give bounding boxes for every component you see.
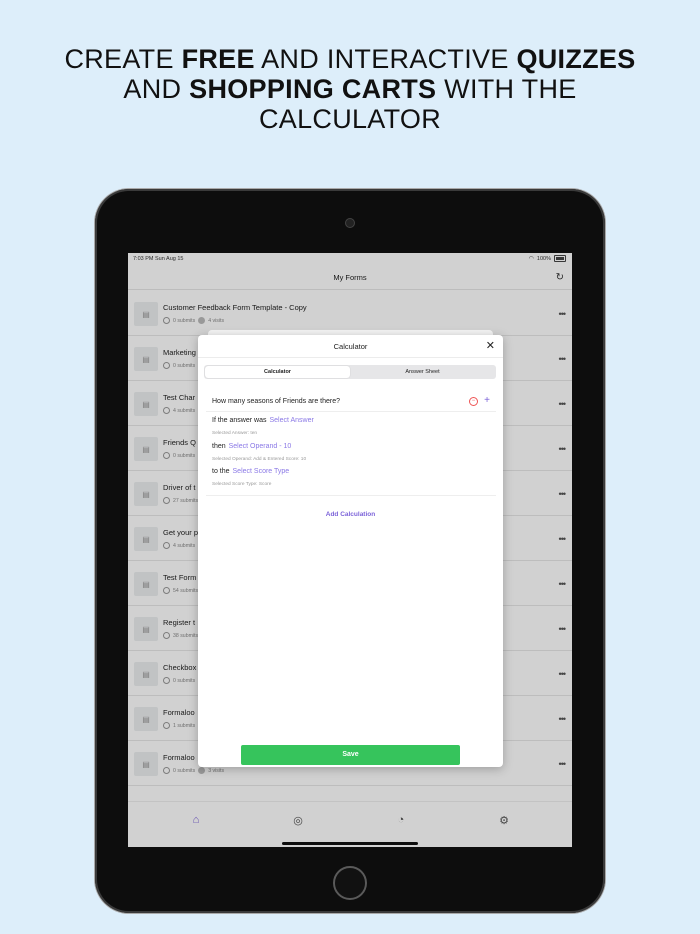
segmented-control: Calculator Answer Sheet	[204, 365, 496, 379]
to-the-line: to the Select Score Type	[212, 468, 289, 475]
modal-title: Calculator	[333, 342, 368, 351]
headline: CREATE FREE AND INTERACTIVE QUIZZES AND …	[0, 44, 700, 134]
tab-calculator[interactable]: Calculator	[205, 366, 350, 378]
selected-operand-hint: Selected Operand: Add & Entered Score: 1…	[212, 457, 307, 462]
remove-icon[interactable]: −	[469, 397, 478, 406]
app-screen: 7:03 PM Sun Aug 15 ◠ 100% My Forms ↻ ▤ Cu…	[128, 253, 572, 847]
add-calculation-button[interactable]: Add Calculation	[198, 511, 503, 518]
if-label: If the answer was	[212, 417, 267, 424]
select-operand-link[interactable]: Select Operand - 10	[229, 443, 292, 450]
modal-header: Calculator ✕	[198, 335, 503, 358]
tab-answer-sheet[interactable]: Answer Sheet	[350, 366, 495, 378]
close-icon[interactable]: ✕	[486, 339, 495, 352]
question-text: How many seasons of Friends are there?	[212, 398, 341, 405]
calculation-rule: How many seasons of Friends are there? −…	[206, 391, 496, 496]
headline-line-3: CALCULATOR	[258, 104, 442, 134]
add-icon[interactable]: +	[484, 395, 490, 406]
then-label: then	[212, 443, 226, 450]
divider	[206, 411, 496, 412]
save-button[interactable]: Save	[241, 745, 460, 765]
selected-answer-hint: Selected Answer: ten	[212, 431, 258, 436]
select-answer-link[interactable]: Select Answer	[269, 417, 313, 424]
home-button[interactable]	[333, 866, 367, 900]
to-label: to the	[212, 468, 230, 475]
calculator-modal: Calculator ✕ Calculator Answer Sheet How…	[198, 335, 503, 767]
headline-line-1: CREATE FREE AND INTERACTIVE QUIZZES	[64, 44, 636, 74]
selected-score-hint: Selected Score Type: Score	[212, 482, 272, 487]
then-line: then Select Operand - 10	[212, 443, 291, 450]
camera-icon	[345, 218, 355, 228]
if-answer-line: If the answer was Select Answer	[212, 417, 314, 424]
select-score-type-link[interactable]: Select Score Type	[233, 468, 290, 475]
headline-line-2: AND SHOPPING CARTS WITH THE	[123, 74, 577, 104]
